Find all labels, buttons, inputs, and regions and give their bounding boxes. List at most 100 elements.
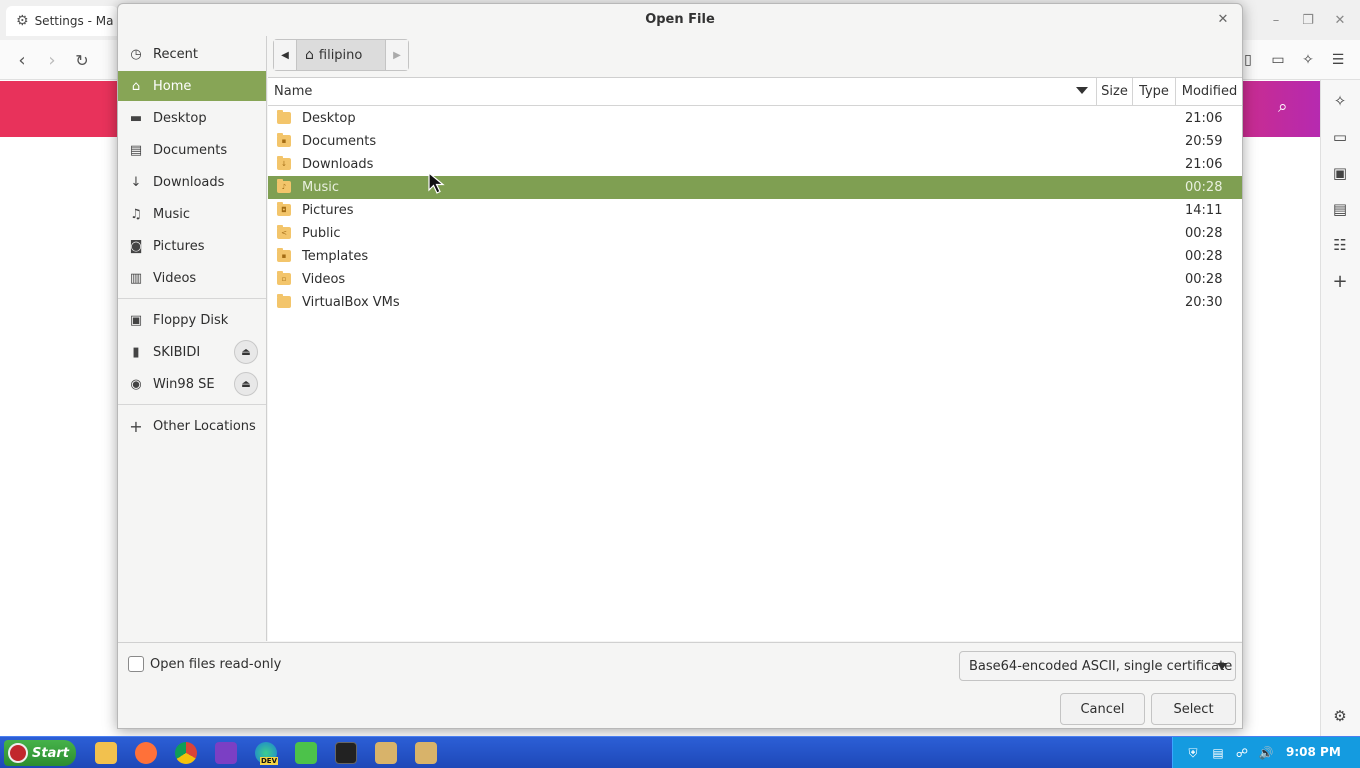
page-banner-right: ⌕ xyxy=(1242,81,1320,137)
place-label: Documents xyxy=(153,142,228,158)
clock[interactable]: 9:08 PM xyxy=(1286,745,1341,759)
file-row[interactable]: ▫ Videos 00:28 xyxy=(268,268,1242,291)
column-header-type[interactable]: Type xyxy=(1133,78,1176,106)
documents-icon: ▤ xyxy=(129,142,143,158)
file-row[interactable]: VirtualBox VMs 20:30 xyxy=(268,291,1242,314)
place-pictures[interactable]: ◙ Pictures xyxy=(118,231,266,261)
eject-icon[interactable]: ⏏ xyxy=(234,340,258,364)
column-header-modified[interactable]: Modified xyxy=(1176,78,1242,106)
file-modified: 14:11 xyxy=(1185,203,1223,218)
file-row[interactable]: Desktop 21:06 xyxy=(268,107,1242,130)
folder-icon[interactable] xyxy=(412,740,440,766)
download-icon: ↓ xyxy=(130,174,142,190)
spreadsheet-icon[interactable] xyxy=(292,740,320,766)
place-downloads[interactable]: ↓ Downloads xyxy=(118,167,266,197)
start-button[interactable]: Start xyxy=(4,740,76,766)
sparkle-icon[interactable]: ✧ xyxy=(1330,91,1350,111)
place-home[interactable]: ⌂ Home xyxy=(118,71,266,101)
place-floppy-disk[interactable]: ▣ Floppy Disk xyxy=(118,305,266,335)
system-tray: ⛨ ▤ ☍ 🔊 9:08 PM xyxy=(1172,737,1360,768)
folder-icon[interactable] xyxy=(372,740,400,766)
shield-icon[interactable]: ⛨ xyxy=(1185,745,1201,761)
sparkle-icon[interactable]: ✧ xyxy=(1298,50,1318,70)
path-bar: ◀ ⌂ filipino ▶ xyxy=(273,39,409,71)
clock-icon: ◷ xyxy=(130,46,142,62)
column-header-label: Modified xyxy=(1181,84,1238,99)
place-skibidi[interactable]: ▮ SKIBIDI ⏏ xyxy=(118,337,266,367)
terminal-icon[interactable] xyxy=(332,740,360,766)
dev-badge: DEV xyxy=(260,757,279,765)
path-forward-icon[interactable]: ▶ xyxy=(386,40,408,70)
wallet-icon[interactable]: ▣ xyxy=(1330,163,1350,183)
eject-icon[interactable]: ⏏ xyxy=(234,372,258,396)
place-desktop[interactable]: ▬ Desktop xyxy=(118,103,266,133)
file-type-filter-select[interactable]: Base64-encoded ASCII, single certificate xyxy=(959,651,1236,681)
place-label: Floppy Disk xyxy=(153,312,229,328)
clipboard-icon[interactable]: ▤ xyxy=(1210,745,1226,761)
video-icon[interactable]: ▭ xyxy=(1330,127,1350,147)
place-other-locations[interactable]: + Other Locations xyxy=(118,411,266,441)
close-icon[interactable]: ✕ xyxy=(1330,10,1350,30)
reader-icon[interactable]: ☷ xyxy=(1330,235,1350,255)
firefox-icon[interactable] xyxy=(132,740,160,766)
settings-icon[interactable]: ⚙ xyxy=(1330,706,1350,726)
place-label: Home xyxy=(153,78,192,94)
forward-icon[interactable]: › xyxy=(40,48,64,72)
folder-music-icon: ♪ xyxy=(277,179,291,193)
file-name: Videos xyxy=(302,272,346,287)
place-videos[interactable]: ▥ Videos xyxy=(118,263,266,293)
file-name: Public xyxy=(302,226,341,241)
place-music[interactable]: ♫ Music xyxy=(118,199,266,229)
file-modified: 21:06 xyxy=(1185,157,1223,172)
dialog-title: Open File xyxy=(645,11,715,27)
column-header-name[interactable]: Name xyxy=(268,78,1097,106)
search-icon[interactable]: ⌕ xyxy=(1278,97,1288,117)
file-manager-icon[interactable] xyxy=(92,740,120,766)
browser-tab-title: Settings - Ma xyxy=(34,14,114,28)
save-icon[interactable]: ▤ xyxy=(1330,199,1350,219)
sidebar-divider xyxy=(118,404,266,405)
file-row[interactable]: ↓ Downloads 21:06 xyxy=(268,153,1242,176)
sidebar-divider xyxy=(118,298,266,299)
place-documents[interactable]: ▤ Documents xyxy=(118,135,266,165)
folder-public-icon: < xyxy=(277,225,291,239)
place-recent[interactable]: ◷ Recent xyxy=(118,39,266,69)
gear-icon: ⚙ xyxy=(16,13,29,29)
readonly-checkbox[interactable] xyxy=(128,656,144,672)
file-row[interactable]: < Public 00:28 xyxy=(268,222,1242,245)
dialog-footer: Open files read-only Base64-encoded ASCI… xyxy=(118,642,1242,728)
volume-icon[interactable]: 🔊 xyxy=(1258,745,1274,761)
path-crumb-label: filipino xyxy=(318,47,363,63)
file-row-selected[interactable]: ♪ Music 00:28 xyxy=(268,176,1242,199)
browser-tab[interactable]: ⚙ Settings - Ma xyxy=(6,6,118,36)
menu-icon[interactable]: ☰ xyxy=(1328,50,1348,70)
place-label: Music xyxy=(153,206,190,222)
file-row[interactable]: ◘ Pictures 14:11 xyxy=(268,199,1242,222)
network-icon[interactable]: ☍ xyxy=(1234,745,1250,761)
restore-icon[interactable]: ❐ xyxy=(1298,10,1318,30)
file-row[interactable]: ▪ Templates 00:28 xyxy=(268,245,1242,268)
place-win98-se[interactable]: ◉ Win98 SE ⏏ xyxy=(118,369,266,399)
column-header-size[interactable]: Size xyxy=(1097,78,1133,106)
file-row[interactable]: ▪ Documents 20:59 xyxy=(268,130,1242,153)
path-crumb-home[interactable]: ⌂ filipino xyxy=(296,40,386,70)
readonly-option[interactable]: Open files read-only xyxy=(128,656,281,672)
path-back-icon[interactable]: ◀ xyxy=(274,40,296,70)
edge-dev-icon[interactable]: DEV xyxy=(252,740,280,766)
taskbar: Start DEV ⛨ ▤ ☍ 🔊 9:08 PM xyxy=(0,736,1360,768)
minimize-icon[interactable]: – xyxy=(1266,10,1286,30)
chrome-icon[interactable] xyxy=(172,740,200,766)
plus-icon[interactable]: + xyxy=(1330,271,1350,292)
reload-icon[interactable]: ↻ xyxy=(70,48,94,72)
wallet-icon[interactable]: ▭ xyxy=(1268,50,1288,70)
close-icon[interactable]: ✕ xyxy=(1214,10,1232,28)
file-modified: 00:28 xyxy=(1185,226,1223,241)
cancel-button[interactable]: Cancel xyxy=(1060,693,1145,725)
select-button[interactable]: Select xyxy=(1151,693,1236,725)
back-icon[interactable]: ‹ xyxy=(10,48,34,72)
place-label: Other Locations xyxy=(153,418,256,434)
folder-templates-icon: ▪ xyxy=(277,248,291,262)
brave-icon[interactable] xyxy=(212,740,240,766)
place-label: Desktop xyxy=(153,110,207,126)
file-name: Documents xyxy=(302,134,377,149)
